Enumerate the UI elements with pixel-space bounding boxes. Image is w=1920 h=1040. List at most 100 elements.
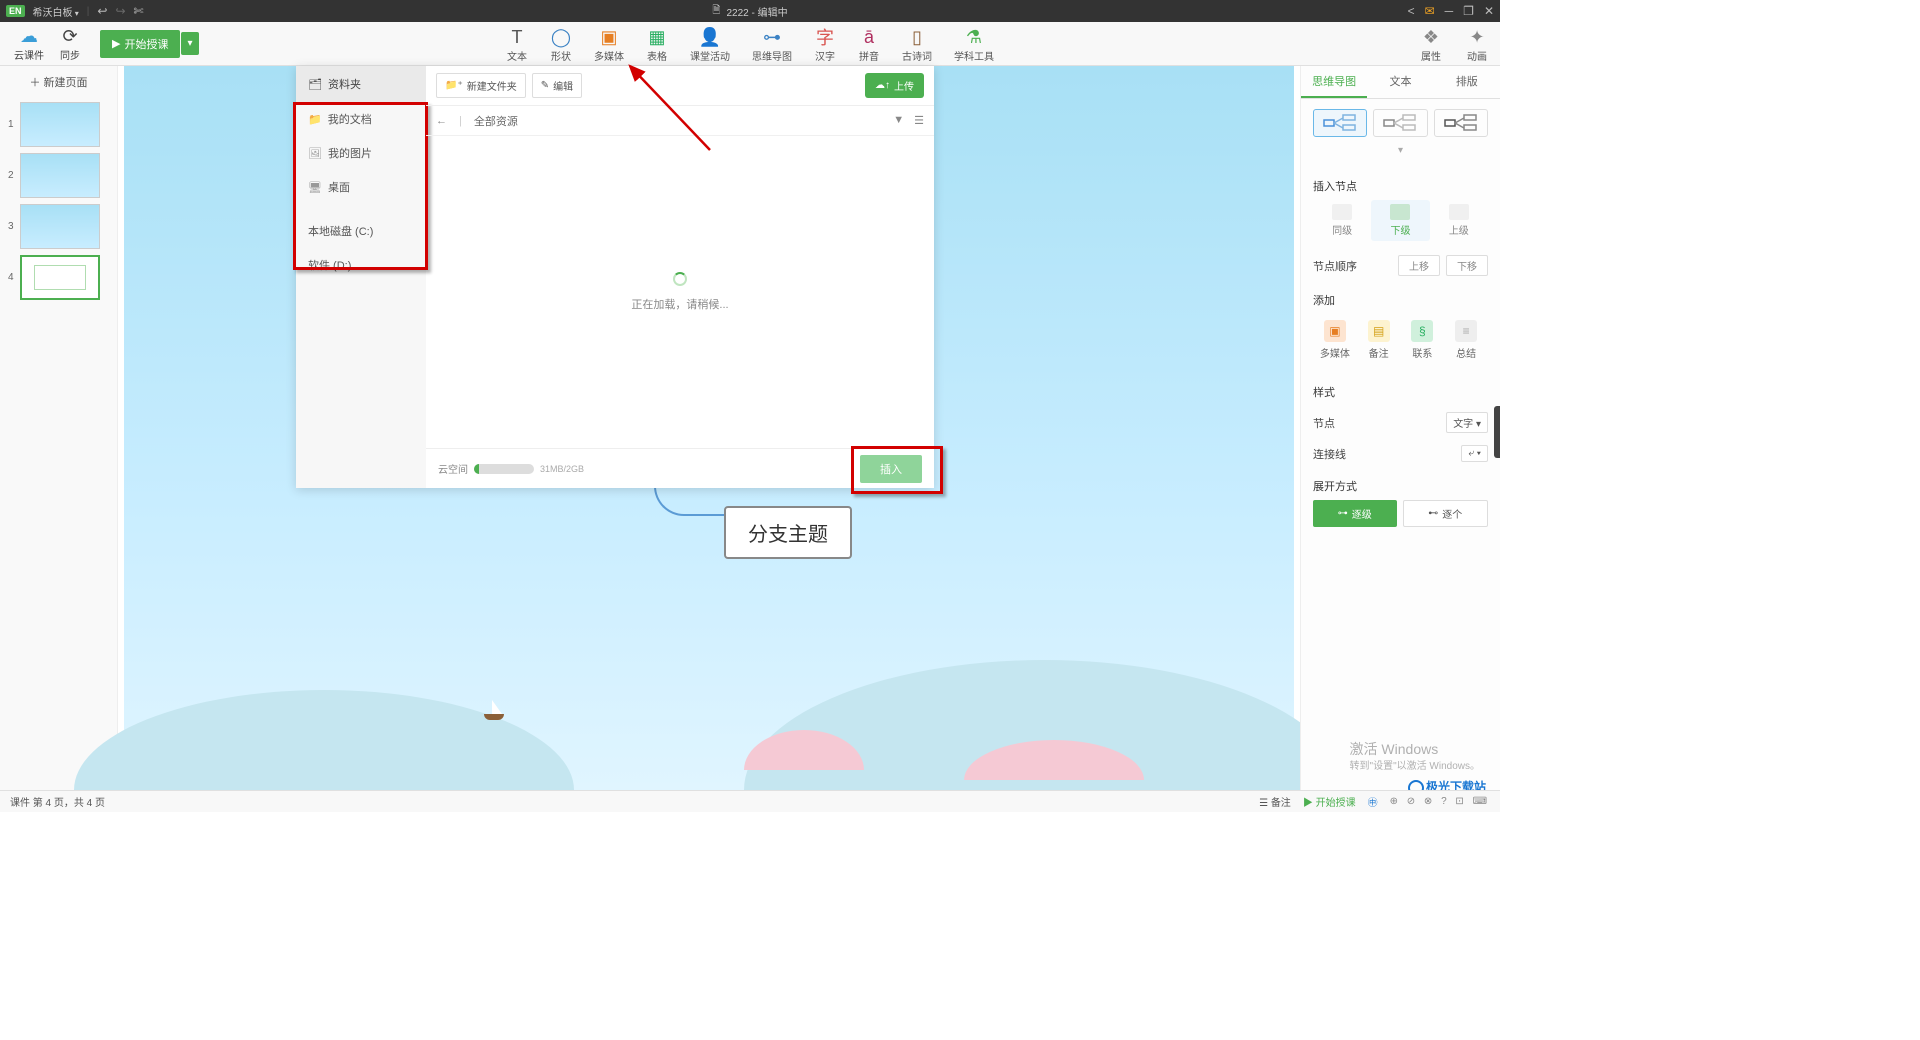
move-down-button[interactable]: 下移 xyxy=(1446,255,1488,276)
panel-collapse-handle[interactable] xyxy=(1494,406,1500,458)
media-icon: ▣ xyxy=(598,26,620,48)
mindmap-style-2[interactable] xyxy=(1434,109,1488,137)
add-title: 添加 xyxy=(1301,282,1500,314)
node-order-label: 节点顺序 xyxy=(1313,258,1357,274)
edit-button[interactable]: ✎编辑 xyxy=(532,73,582,98)
modal-content: 正在加载，请稍候... xyxy=(426,136,934,448)
animation-icon: ✦ xyxy=(1466,26,1488,48)
slide-number: 3 xyxy=(8,221,20,232)
sidebar-item-1[interactable]: 🖼我的图片 xyxy=(296,136,426,170)
add-icon-2: § xyxy=(1411,320,1433,342)
slide-number: 1 xyxy=(8,119,20,130)
cut-icon[interactable]: ✄ xyxy=(134,4,144,18)
document-icon: 🗎 xyxy=(712,3,720,20)
mindmap-icon: ⊶ xyxy=(761,26,783,48)
maximize-icon[interactable]: ❐ xyxy=(1463,4,1474,18)
shape-icon: ◯ xyxy=(550,26,572,48)
breadcrumb-root[interactable]: 全部资源 xyxy=(474,113,518,129)
tool-pinyin[interactable]: ā拼音 xyxy=(858,26,880,63)
more-styles-toggle[interactable]: ▾ xyxy=(1313,143,1488,158)
tool-poem[interactable]: ▯古诗词 xyxy=(902,26,932,63)
sidebar-header: 🗂 资料夹 xyxy=(296,66,426,102)
folder-stack-icon: 🗂 xyxy=(308,78,322,91)
mindmap-style-0[interactable] xyxy=(1313,109,1367,137)
node-style-label: 节点 xyxy=(1313,415,1335,431)
node-icon xyxy=(1449,204,1469,220)
sidebar-drive-1[interactable]: 软件 (D:) xyxy=(296,248,426,282)
add-3[interactable]: ≡总结 xyxy=(1444,314,1488,366)
expand-level-button[interactable]: ⊶ 逐级 xyxy=(1313,500,1397,527)
start-class-dropdown[interactable]: ▾ xyxy=(181,32,198,55)
ime-indicator[interactable]: ㊥ xyxy=(1368,794,1378,809)
node-style-dropdown[interactable]: 文字 ▾ xyxy=(1446,412,1488,433)
rp-tab-1[interactable]: 文本 xyxy=(1367,66,1433,98)
tool-table[interactable]: ▦表格 xyxy=(646,26,668,63)
insert-node-2[interactable]: 上级 xyxy=(1430,200,1488,241)
upload-button[interactable]: ☁↑上传 xyxy=(865,73,924,98)
tray-icons[interactable]: ⊕ ⊘ ⊗ ? ⊡ ⌨ xyxy=(1390,796,1490,807)
loading-spinner-icon xyxy=(673,272,687,286)
tool-hanzi[interactable]: 字汉字 xyxy=(814,26,836,63)
start-class-button[interactable]: ▶ 开始授课 xyxy=(100,30,180,58)
status-bar: 课件 第 4 页，共 4 页 ☰ 备注 ▶ 开始授课 ㊥ ⊕ ⊘ ⊗ ? ⊡ ⌨ xyxy=(0,790,1500,812)
tool-mindmap[interactable]: ⊶思维导图 xyxy=(752,26,792,63)
filter-icon[interactable]: ▼ xyxy=(893,114,904,127)
slide-panel: ＋ 新建页面 1234 xyxy=(0,66,118,790)
sidebar-item-0[interactable]: 📁我的文档 xyxy=(296,102,426,136)
tool-animation[interactable]: ✦动画 xyxy=(1466,26,1488,63)
present-button[interactable]: ▶ 开始授课 xyxy=(1303,794,1356,809)
add-1[interactable]: ▤备注 xyxy=(1357,314,1401,366)
branch-topic-node[interactable]: 分支主题 xyxy=(724,506,852,559)
move-up-button[interactable]: 上移 xyxy=(1398,255,1440,276)
add-0[interactable]: ▣多媒体 xyxy=(1313,314,1357,366)
redo-icon[interactable]: ↪ xyxy=(115,4,125,18)
insert-node-1[interactable]: 下级 xyxy=(1371,200,1429,241)
sync-button[interactable]: ⟳ 同步 xyxy=(60,26,80,62)
tool-shape[interactable]: ◯形状 xyxy=(550,26,572,63)
tool-subject[interactable]: ⚗学科工具 xyxy=(954,26,994,63)
folder-icon: 📁 xyxy=(308,113,322,126)
expand-title: 展开方式 xyxy=(1301,468,1500,500)
tool-media[interactable]: ▣多媒体 xyxy=(594,26,624,63)
sidebar-item-2[interactable]: 🖥桌面 xyxy=(296,170,426,204)
new-page-button[interactable]: ＋ 新建页面 xyxy=(0,66,117,98)
subject-icon: ⚗ xyxy=(963,26,985,48)
rp-tab-2[interactable]: 排版 xyxy=(1434,66,1500,98)
mindmap-style-1[interactable] xyxy=(1373,109,1427,137)
insert-node-title: 插入节点 xyxy=(1301,168,1500,200)
add-2[interactable]: §联系 xyxy=(1401,314,1445,366)
title-bar: EN 希沃白板 | ↩ ↪ ✄ 🗎 2222 - 编辑中 < ✉ ─ ❐ ✕ xyxy=(0,0,1500,22)
folder-icon: 🖼 xyxy=(308,147,322,160)
main-toolbar: ☁ 云课件 ⟳ 同步 ▶ 开始授课 ▾ T文本 ◯形状 ▣多媒体 ▦表格 👤课堂活动 ⊶思… xyxy=(0,22,1500,66)
tool-properties[interactable]: ❖属性 xyxy=(1420,26,1442,63)
sidebar-drive-0[interactable]: 本地磁盘 (C:) xyxy=(296,214,426,248)
connector-style-dropdown[interactable]: ⤶ ▾ xyxy=(1461,445,1488,462)
document-title: 2222 - 编辑中 xyxy=(726,4,787,19)
mail-icon[interactable]: ✉ xyxy=(1425,4,1435,18)
modal-sidebar: 🗂 资料夹 📁我的文档🖼我的图片🖥桌面 本地磁盘 (C:)软件 (D:) xyxy=(296,66,426,488)
share-icon[interactable]: < xyxy=(1408,4,1415,18)
insert-node-0[interactable]: 同级 xyxy=(1313,200,1371,241)
insert-button[interactable]: 插入 xyxy=(860,455,922,483)
pinyin-icon: ā xyxy=(858,26,880,48)
slide-thumb-1[interactable] xyxy=(20,102,100,147)
slide-thumb-3[interactable] xyxy=(20,204,100,249)
expand-each-button[interactable]: ⊷ 逐个 xyxy=(1403,500,1489,527)
lang-badge[interactable]: EN xyxy=(6,5,25,17)
rp-tab-0[interactable]: 思维导图 xyxy=(1301,66,1367,98)
table-icon: ▦ xyxy=(646,26,668,48)
notes-button[interactable]: ☰ 备注 xyxy=(1259,794,1291,809)
app-name[interactable]: 希沃白板 xyxy=(33,4,79,19)
folder-icon: 🖥 xyxy=(308,181,322,194)
slide-thumb-4[interactable] xyxy=(20,255,100,300)
back-icon[interactable]: ← xyxy=(436,115,447,127)
minimize-icon[interactable]: ─ xyxy=(1445,4,1454,18)
new-folder-button[interactable]: 📁⁺新建文件夹 xyxy=(436,73,526,98)
undo-icon[interactable]: ↩ xyxy=(97,4,107,18)
close-icon[interactable]: ✕ xyxy=(1484,4,1494,18)
tool-text[interactable]: T文本 xyxy=(506,26,528,63)
cloud-course-button[interactable]: ☁ 云课件 xyxy=(14,26,44,62)
list-view-icon[interactable]: ☰ xyxy=(914,114,924,127)
tool-activity[interactable]: 👤课堂活动 xyxy=(690,26,730,63)
slide-thumb-2[interactable] xyxy=(20,153,100,198)
